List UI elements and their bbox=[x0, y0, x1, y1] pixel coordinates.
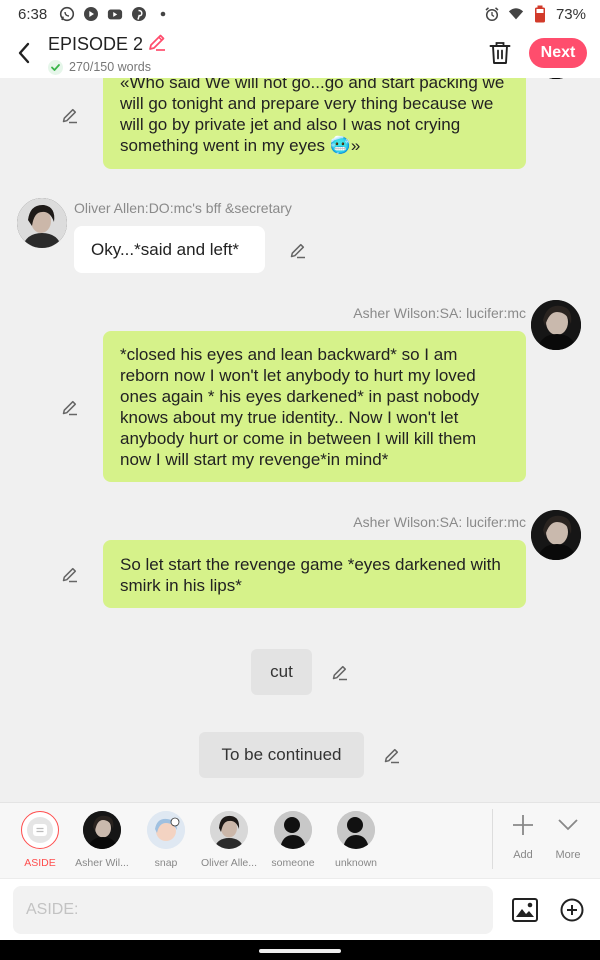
message-bubble[interactable]: *closed his eyes and lean backward* so I… bbox=[103, 331, 526, 482]
add-button[interactable] bbox=[558, 896, 586, 924]
avatar bbox=[83, 811, 121, 849]
alarm-icon bbox=[484, 6, 500, 22]
youtube-icon bbox=[107, 6, 123, 22]
aside-bubble[interactable]: To be continued bbox=[199, 732, 364, 778]
character-snap[interactable]: snap bbox=[136, 811, 196, 869]
character-name: ASIDE bbox=[24, 857, 56, 869]
add-label: Add bbox=[513, 849, 533, 861]
edit-message-icon[interactable] bbox=[60, 397, 80, 417]
play-icon bbox=[83, 6, 99, 22]
trash-icon bbox=[489, 42, 511, 64]
edit-message-icon[interactable] bbox=[60, 564, 80, 584]
aside-bubble[interactable]: cut bbox=[251, 649, 312, 695]
character-name: snap bbox=[154, 857, 178, 869]
aside-avatar bbox=[21, 811, 59, 849]
message-text: Oky...*said and left* bbox=[91, 239, 240, 259]
editor-header: EPISODE 2 270/150 words Next bbox=[0, 28, 600, 78]
character-unknown[interactable]: unknown bbox=[326, 811, 386, 869]
character-aside[interactable]: ASIDE bbox=[10, 811, 70, 869]
avatar[interactable] bbox=[531, 78, 581, 79]
aside-bubble-icon bbox=[27, 817, 53, 843]
whatsapp-icon bbox=[59, 6, 75, 22]
next-button[interactable]: Next bbox=[529, 38, 587, 68]
message-bubble[interactable]: «Who said We will not go...go and start … bbox=[103, 78, 526, 169]
episode-info: EPISODE 2 270/150 words bbox=[48, 32, 167, 75]
message-bubble[interactable]: Oky...*said and left* bbox=[74, 226, 265, 273]
wifi-icon bbox=[508, 6, 524, 22]
sender-name: Asher Wilson:SA: lucifer:mc bbox=[353, 514, 526, 530]
more-button[interactable]: More bbox=[545, 813, 591, 861]
chat-area[interactable]: «Who said We will not go...go and start … bbox=[0, 78, 600, 802]
episode-title: EPISODE 2 bbox=[48, 33, 144, 54]
edit-message-icon[interactable] bbox=[288, 240, 308, 260]
plus-circle-icon bbox=[560, 898, 584, 922]
character-name: unknown bbox=[334, 857, 378, 869]
character-name: someone bbox=[271, 857, 315, 869]
message-input[interactable] bbox=[13, 886, 493, 934]
character-tray: ASIDE Asher Wil... snap Oliver Alle... s… bbox=[0, 802, 600, 878]
edit-message-icon[interactable] bbox=[330, 662, 350, 682]
tray-divider bbox=[492, 809, 493, 869]
delete-button[interactable] bbox=[486, 38, 514, 68]
battery-level: 73% bbox=[555, 5, 586, 23]
sender-name: Oliver Allen:DO:mc's bff &secretary bbox=[74, 200, 292, 216]
edit-title-icon[interactable] bbox=[147, 32, 167, 57]
add-character-button[interactable]: Add bbox=[500, 813, 546, 861]
character-name: Asher Wil... bbox=[75, 857, 129, 869]
edit-message-icon[interactable] bbox=[60, 105, 80, 125]
avatar[interactable] bbox=[531, 510, 581, 560]
message-text: So let start the revenge game *eyes dark… bbox=[120, 555, 501, 595]
character-oliver[interactable]: Oliver Alle... bbox=[199, 811, 259, 869]
chevron-down-icon bbox=[558, 819, 578, 831]
silhouette-icon bbox=[274, 811, 312, 849]
more-label: More bbox=[555, 849, 581, 861]
avatar[interactable] bbox=[531, 300, 581, 350]
aside-text: To be continued bbox=[221, 745, 342, 764]
chevron-left-icon bbox=[18, 42, 30, 64]
check-icon bbox=[48, 59, 63, 75]
message-text: «Who said We will not go...go and start … bbox=[120, 78, 505, 155]
message-text: *closed his eyes and lean backward* so I… bbox=[120, 345, 480, 469]
avatar bbox=[210, 811, 248, 849]
silhouette-icon bbox=[337, 811, 375, 849]
home-gesture-pill[interactable] bbox=[259, 949, 341, 953]
status-bar: 6:38 73% bbox=[0, 0, 600, 28]
back-button[interactable] bbox=[0, 28, 48, 78]
avatar[interactable] bbox=[17, 198, 67, 248]
insert-image-button[interactable] bbox=[511, 896, 539, 924]
message-bubble[interactable]: So let start the revenge game *eyes dark… bbox=[103, 540, 526, 608]
status-time: 6:38 bbox=[18, 5, 48, 23]
plus-icon bbox=[513, 815, 533, 835]
battery-icon bbox=[532, 5, 548, 23]
edit-message-icon[interactable] bbox=[382, 745, 402, 765]
character-name: Oliver Alle... bbox=[200, 857, 258, 869]
pinterest-icon bbox=[131, 6, 147, 22]
dot-icon bbox=[155, 6, 171, 22]
system-nav-bar bbox=[0, 940, 600, 960]
character-someone[interactable]: someone bbox=[263, 811, 323, 869]
avatar bbox=[147, 811, 185, 849]
image-icon bbox=[512, 898, 538, 922]
character-asher[interactable]: Asher Wil... bbox=[72, 811, 132, 869]
sender-name: Asher Wilson:SA: lucifer:mc bbox=[353, 305, 526, 321]
word-count: 270/150 words bbox=[69, 60, 152, 74]
input-bar bbox=[0, 878, 600, 940]
aside-text: cut bbox=[270, 662, 293, 681]
